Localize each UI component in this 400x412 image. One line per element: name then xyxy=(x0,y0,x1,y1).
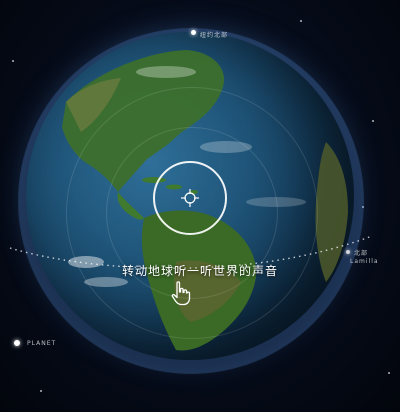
planet-marker-label: PLANET xyxy=(27,340,57,347)
marker-dot-top[interactable] xyxy=(191,30,196,35)
rotate-hint-text: 转动地球听一听世界的声音 xyxy=(121,264,278,278)
star xyxy=(372,120,374,122)
marker-label-top: 纽约北部 xyxy=(200,32,229,39)
globe-scene[interactable]: 转动地球听一听世界的声音 纽约北部 北部 Lamilla PLANET xyxy=(0,0,400,412)
marker-dot-right[interactable] xyxy=(346,250,350,254)
crosshair-icon xyxy=(181,189,199,207)
star xyxy=(300,20,302,22)
marker-sublabel-right: Lamilla xyxy=(350,258,379,265)
hand-pointer-icon xyxy=(171,281,191,306)
star xyxy=(12,60,14,62)
marker-label-right: 北部 xyxy=(354,250,369,257)
planet-marker-dot[interactable] xyxy=(14,340,20,346)
star xyxy=(388,372,390,374)
star xyxy=(40,390,42,392)
